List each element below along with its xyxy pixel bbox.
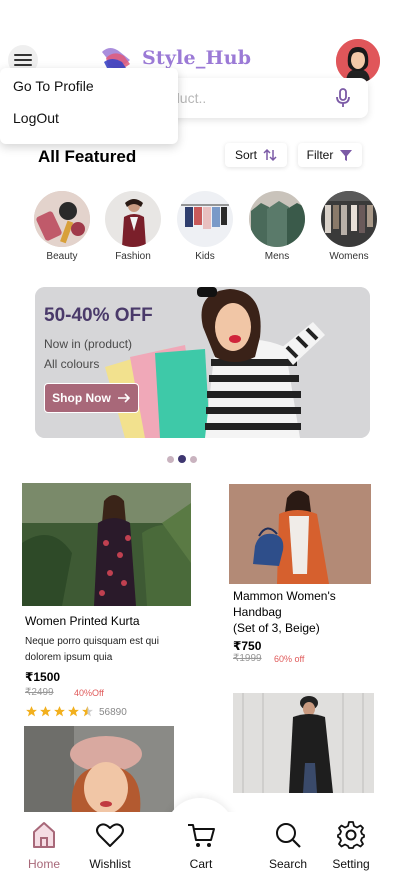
category-label: Kids	[195, 251, 215, 262]
star-icon	[26, 706, 37, 717]
product-discount: 60% off	[274, 654, 305, 664]
nav-cart[interactable]: Cart	[171, 820, 231, 871]
star-icon	[40, 706, 51, 717]
star-half-icon	[82, 706, 93, 717]
filter-button[interactable]: Filter	[298, 143, 362, 167]
nav-label: Home	[27, 857, 60, 871]
banner-subtitle-2: All colours	[44, 357, 100, 371]
product-discount: 40%Off	[74, 688, 104, 698]
product-title-2[interactable]: Handbag	[233, 605, 282, 619]
nav-label: Cart	[189, 857, 213, 871]
product-description-2: dolorem ipsum quia	[25, 652, 113, 663]
woman-coat-photo	[233, 693, 374, 793]
hamburger-icon	[14, 54, 32, 66]
sort-button[interactable]: Sort	[225, 143, 287, 167]
product-old-price: ₹2499	[25, 687, 54, 698]
filter-label: Filter	[306, 148, 334, 162]
category-mens[interactable]: Mens	[248, 191, 306, 262]
product-title[interactable]: Women Printed Kurta	[25, 614, 140, 628]
nav-label: Search	[268, 857, 308, 871]
star-rating	[25, 705, 94, 718]
category-fashion[interactable]: Fashion	[104, 191, 162, 262]
bottom-navigation: Home Wishlist Cart Search Setting	[0, 812, 402, 874]
section-title: All Featured	[38, 147, 137, 166]
category-image	[34, 191, 90, 247]
product-price: ₹750	[233, 639, 262, 653]
nav-label: Wishlist	[89, 857, 131, 871]
mens-shirts-icon	[249, 191, 305, 247]
star-icon	[54, 706, 65, 717]
nav-home[interactable]: Home	[14, 820, 74, 871]
review-count: 56890	[99, 707, 127, 718]
arrow-right-icon	[117, 393, 130, 403]
woman-beret-photo	[24, 726, 174, 812]
sort-arrows-icon	[263, 148, 277, 162]
avatar[interactable]	[336, 39, 380, 83]
carousel-dot-active[interactable]	[178, 455, 186, 463]
promo-banner[interactable]: 50-40% OFF Now in (product) All colours …	[35, 287, 370, 438]
category-womens[interactable]: Womens	[320, 191, 378, 262]
category-beauty[interactable]: Beauty	[33, 191, 91, 262]
shop-now-label: Shop Now	[52, 391, 111, 405]
sort-label: Sort	[234, 148, 257, 162]
nav-label: Setting	[332, 857, 370, 871]
makeup-icon	[34, 191, 90, 247]
product-image[interactable]	[229, 484, 371, 584]
category-label: Fashion	[115, 251, 151, 262]
avatar-portrait-icon	[336, 39, 380, 83]
nav-setting[interactable]: Setting	[321, 820, 381, 871]
product-title-3[interactable]: (Set of 3, Beige)	[233, 621, 320, 635]
woman-handbag-photo	[229, 484, 371, 584]
search-icon	[276, 823, 301, 848]
kids-clothes-rack-icon	[177, 191, 233, 247]
nav-wishlist[interactable]: Wishlist	[80, 820, 140, 871]
banner-subtitle: Now in (product)	[44, 337, 133, 351]
search-bar[interactable]: duct..	[150, 78, 368, 118]
star-icon	[68, 706, 79, 717]
microphone-icon[interactable]	[336, 88, 350, 108]
menu-item-go-to-profile[interactable]: Go To Profile	[13, 78, 94, 94]
carousel-dot[interactable]	[190, 456, 197, 463]
product-image[interactable]	[24, 726, 174, 812]
banner-title: 50-40% OFF	[44, 305, 153, 326]
category-image	[105, 191, 161, 247]
cart-icon	[188, 824, 215, 847]
womens-store-icon	[321, 191, 377, 247]
product-old-price: ₹1999	[233, 653, 262, 664]
nav-search[interactable]: Search	[258, 820, 318, 871]
category-kids[interactable]: Kids	[176, 191, 234, 262]
brand-name: Style_Hub	[142, 47, 252, 69]
category-label: Beauty	[46, 251, 78, 262]
shop-now-button[interactable]: Shop Now	[44, 383, 139, 413]
category-label: Womens	[329, 251, 369, 262]
category-image	[177, 191, 233, 247]
category-image	[249, 191, 305, 247]
product-title[interactable]: Mammon Women's	[233, 589, 336, 603]
home-icon	[33, 822, 55, 848]
gear-icon	[337, 821, 365, 849]
filter-funnel-icon	[340, 150, 353, 161]
product-description: Neque porro quisquam est qui	[25, 636, 159, 647]
product-image[interactable]	[22, 483, 191, 606]
woman-kurta-photo	[22, 483, 191, 606]
category-image	[321, 191, 377, 247]
product-price: ₹1500	[25, 670, 61, 684]
menu-item-logout[interactable]: LogOut	[13, 110, 59, 126]
heart-icon	[96, 823, 124, 847]
carousel-dot[interactable]	[167, 456, 174, 463]
category-label: Mens	[264, 251, 290, 262]
profile-dropdown-menu: Go To Profile LogOut	[0, 68, 178, 144]
product-image[interactable]	[233, 693, 374, 793]
fashion-model-icon	[105, 191, 161, 247]
